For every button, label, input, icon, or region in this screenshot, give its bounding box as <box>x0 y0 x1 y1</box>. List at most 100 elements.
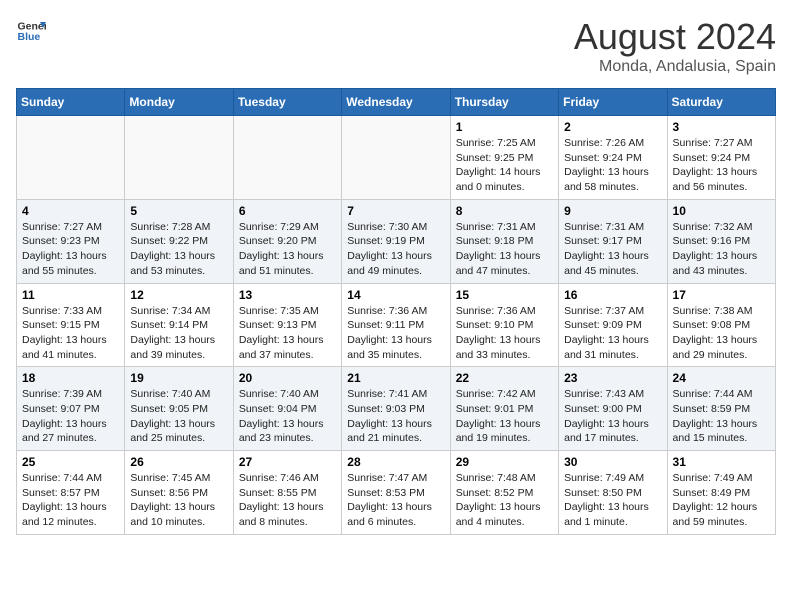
day-info: Sunrise: 7:29 AMSunset: 9:20 PMDaylight:… <box>239 220 336 279</box>
day-number: 25 <box>22 455 119 469</box>
weekday-header-wednesday: Wednesday <box>342 89 450 116</box>
day-number: 8 <box>456 204 553 218</box>
calendar-day-cell: 4 Sunrise: 7:27 AMSunset: 9:23 PMDaylight… <box>17 199 125 283</box>
day-info: Sunrise: 7:25 AMSunset: 9:25 PMDaylight:… <box>456 136 553 195</box>
calendar-header: SundayMondayTuesdayWednesdayThursdayFrid… <box>17 89 776 116</box>
day-info: Sunrise: 7:27 AMSunset: 9:24 PMDaylight:… <box>673 136 770 195</box>
calendar-day-cell: 26 Sunrise: 7:45 AMSunset: 8:56 PMDayligh… <box>125 451 233 535</box>
day-info: Sunrise: 7:44 AMSunset: 8:59 PMDaylight:… <box>673 387 770 446</box>
calendar-day-cell <box>17 116 125 200</box>
day-info: Sunrise: 7:46 AMSunset: 8:55 PMDaylight:… <box>239 471 336 530</box>
day-info: Sunrise: 7:38 AMSunset: 9:08 PMDaylight:… <box>673 304 770 363</box>
day-info: Sunrise: 7:49 AMSunset: 8:50 PMDaylight:… <box>564 471 661 530</box>
calendar-day-cell: 9 Sunrise: 7:31 AMSunset: 9:17 PMDaylight… <box>559 199 667 283</box>
calendar-day-cell: 13 Sunrise: 7:35 AMSunset: 9:13 PMDayligh… <box>233 283 341 367</box>
day-number: 28 <box>347 455 444 469</box>
day-number: 24 <box>673 371 770 385</box>
day-number: 7 <box>347 204 444 218</box>
day-number: 19 <box>130 371 227 385</box>
day-info: Sunrise: 7:27 AMSunset: 9:23 PMDaylight:… <box>22 220 119 279</box>
calendar-day-cell: 19Sunrise: 7:40 AMSunset: 9:05 PMDayligh… <box>125 367 233 451</box>
day-number: 13 <box>239 288 336 302</box>
day-info: Sunrise: 7:28 AMSunset: 9:22 PMDaylight:… <box>130 220 227 279</box>
weekday-header-friday: Friday <box>559 89 667 116</box>
day-number: 18 <box>22 371 119 385</box>
calendar-day-cell: 30Sunrise: 7:49 AMSunset: 8:50 PMDayligh… <box>559 451 667 535</box>
calendar-day-cell: 5 Sunrise: 7:28 AMSunset: 9:22 PMDaylight… <box>125 199 233 283</box>
calendar-day-cell: 15Sunrise: 7:36 AMSunset: 9:10 PMDayligh… <box>450 283 558 367</box>
day-info: Sunrise: 7:49 AMSunset: 8:49 PMDaylight:… <box>673 471 770 530</box>
page-header: General Blue August 2024 Monda, Andalusi… <box>16 16 776 76</box>
calendar-day-cell: 14 Sunrise: 7:36 AMSunset: 9:11 PMDayligh… <box>342 283 450 367</box>
calendar-day-cell: 18 Sunrise: 7:39 AMSunset: 9:07 PMDayligh… <box>17 367 125 451</box>
calendar-day-cell: 6Sunrise: 7:29 AMSunset: 9:20 PMDaylight… <box>233 199 341 283</box>
day-number: 2 <box>564 120 661 134</box>
weekday-header-monday: Monday <box>125 89 233 116</box>
day-info: Sunrise: 7:45 AMSunset: 8:56 PMDaylight:… <box>130 471 227 530</box>
day-number: 12 <box>130 288 227 302</box>
calendar-day-cell: 8Sunrise: 7:31 AMSunset: 9:18 PMDaylight… <box>450 199 558 283</box>
calendar-day-cell: 7 Sunrise: 7:30 AMSunset: 9:19 PMDaylight… <box>342 199 450 283</box>
calendar-week-row: 4 Sunrise: 7:27 AMSunset: 9:23 PMDaylight… <box>17 199 776 283</box>
day-number: 5 <box>130 204 227 218</box>
calendar-week-row: 11 Sunrise: 7:33 AMSunset: 9:15 PMDayligh… <box>17 283 776 367</box>
day-number: 1 <box>456 120 553 134</box>
calendar-day-cell: 12 Sunrise: 7:34 AMSunset: 9:14 PMDayligh… <box>125 283 233 367</box>
logo-icon: General Blue <box>16 16 46 46</box>
day-info: Sunrise: 7:35 AMSunset: 9:13 PMDaylight:… <box>239 304 336 363</box>
calendar-day-cell: 27 Sunrise: 7:46 AMSunset: 8:55 PMDayligh… <box>233 451 341 535</box>
day-info: Sunrise: 7:34 AMSunset: 9:14 PMDaylight:… <box>130 304 227 363</box>
calendar-day-cell <box>125 116 233 200</box>
day-number: 20 <box>239 371 336 385</box>
day-number: 14 <box>347 288 444 302</box>
day-number: 29 <box>456 455 553 469</box>
calendar-day-cell: 29 Sunrise: 7:48 AMSunset: 8:52 PMDayligh… <box>450 451 558 535</box>
calendar-week-row: 1 Sunrise: 7:25 AMSunset: 9:25 PMDaylight… <box>17 116 776 200</box>
day-info: Sunrise: 7:36 AMSunset: 9:11 PMDaylight:… <box>347 304 444 363</box>
calendar-day-cell: 25 Sunrise: 7:44 AMSunset: 8:57 PMDayligh… <box>17 451 125 535</box>
day-info: Sunrise: 7:33 AMSunset: 9:15 PMDaylight:… <box>22 304 119 363</box>
day-number: 11 <box>22 288 119 302</box>
calendar-day-cell: 10Sunrise: 7:32 AMSunset: 9:16 PMDayligh… <box>667 199 775 283</box>
calendar-day-cell: 2Sunrise: 7:26 AMSunset: 9:24 PMDaylight… <box>559 116 667 200</box>
weekday-header-sunday: Sunday <box>17 89 125 116</box>
day-number: 9 <box>564 204 661 218</box>
weekday-header-saturday: Saturday <box>667 89 775 116</box>
calendar-day-cell: 24 Sunrise: 7:44 AMSunset: 8:59 PMDayligh… <box>667 367 775 451</box>
calendar-table: SundayMondayTuesdayWednesdayThursdayFrid… <box>16 88 776 535</box>
day-info: Sunrise: 7:31 AMSunset: 9:17 PMDaylight:… <box>564 220 661 279</box>
calendar-day-cell: 23 Sunrise: 7:43 AMSunset: 9:00 PMDayligh… <box>559 367 667 451</box>
day-number: 27 <box>239 455 336 469</box>
svg-text:Blue: Blue <box>18 31 41 43</box>
day-number: 17 <box>673 288 770 302</box>
day-info: Sunrise: 7:30 AMSunset: 9:19 PMDaylight:… <box>347 220 444 279</box>
calendar-day-cell: 11 Sunrise: 7:33 AMSunset: 9:15 PMDayligh… <box>17 283 125 367</box>
day-number: 31 <box>673 455 770 469</box>
calendar-body: 1 Sunrise: 7:25 AMSunset: 9:25 PMDaylight… <box>17 116 776 535</box>
day-info: Sunrise: 7:44 AMSunset: 8:57 PMDaylight:… <box>22 471 119 530</box>
day-number: 26 <box>130 455 227 469</box>
day-info: Sunrise: 7:39 AMSunset: 9:07 PMDaylight:… <box>22 387 119 446</box>
day-number: 23 <box>564 371 661 385</box>
day-info: Sunrise: 7:48 AMSunset: 8:52 PMDaylight:… <box>456 471 553 530</box>
day-info: Sunrise: 7:42 AMSunset: 9:01 PMDaylight:… <box>456 387 553 446</box>
day-info: Sunrise: 7:40 AMSunset: 9:04 PMDaylight:… <box>239 387 336 446</box>
calendar-day-cell <box>342 116 450 200</box>
day-number: 21 <box>347 371 444 385</box>
day-number: 16 <box>564 288 661 302</box>
day-number: 22 <box>456 371 553 385</box>
day-info: Sunrise: 7:32 AMSunset: 9:16 PMDaylight:… <box>673 220 770 279</box>
calendar-day-cell: 17 Sunrise: 7:38 AMSunset: 9:08 PMDayligh… <box>667 283 775 367</box>
title-area: August 2024 Monda, Andalusia, Spain <box>574 16 776 76</box>
month-year-title: August 2024 <box>574 16 776 58</box>
day-number: 3 <box>673 120 770 134</box>
day-info: Sunrise: 7:43 AMSunset: 9:00 PMDaylight:… <box>564 387 661 446</box>
day-number: 4 <box>22 204 119 218</box>
calendar-day-cell: 3 Sunrise: 7:27 AMSunset: 9:24 PMDaylight… <box>667 116 775 200</box>
calendar-day-cell: 16Sunrise: 7:37 AMSunset: 9:09 PMDayligh… <box>559 283 667 367</box>
calendar-day-cell: 28Sunrise: 7:47 AMSunset: 8:53 PMDayligh… <box>342 451 450 535</box>
calendar-day-cell: 20 Sunrise: 7:40 AMSunset: 9:04 PMDayligh… <box>233 367 341 451</box>
calendar-week-row: 25 Sunrise: 7:44 AMSunset: 8:57 PMDayligh… <box>17 451 776 535</box>
weekday-header-tuesday: Tuesday <box>233 89 341 116</box>
day-number: 15 <box>456 288 553 302</box>
